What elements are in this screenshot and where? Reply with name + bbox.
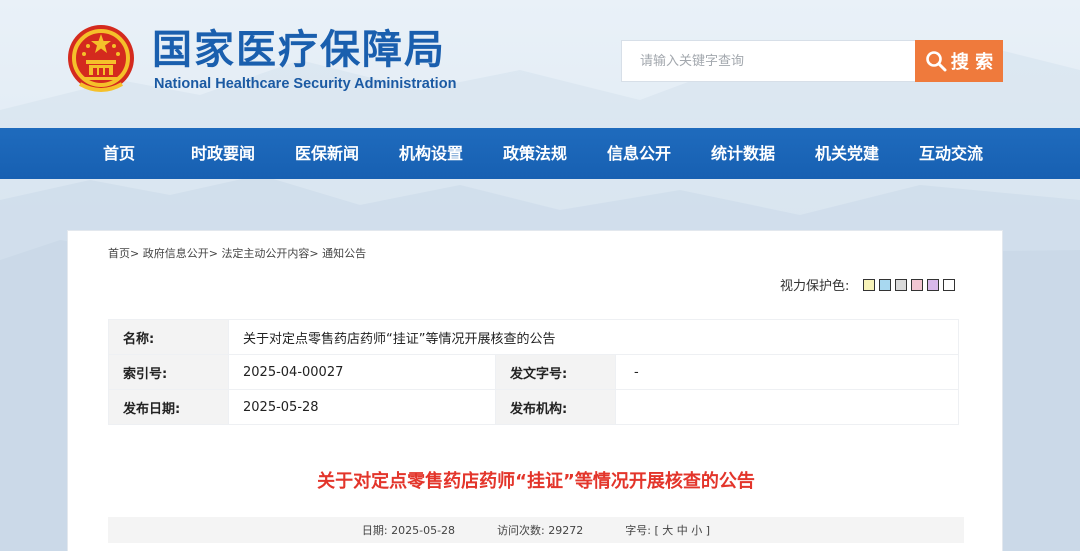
meta-visits: 访问次数: 29272 <box>497 522 583 538</box>
swatch-gray[interactable] <box>895 278 908 291</box>
site-title: 国家医疗保障局 <box>152 26 446 73</box>
main-nav: 首页 时政要闻 医保新闻 机构设置 政策法规 信息公开 统计数据 机关党建 互动… <box>0 128 1080 179</box>
meta-visits-value: 29272 <box>548 524 584 537</box>
breadcrumb-statutory-content[interactable]: 法定主动公开内容> <box>221 247 318 260</box>
site-header: 国家医疗保障局 National Healthcare Security Adm… <box>0 0 1080 128</box>
publish-date-label: 发布日期: <box>108 389 229 425</box>
publisher-label: 发布机构: <box>495 389 616 425</box>
nav-item-organization[interactable]: 机构设置 <box>399 128 463 179</box>
document-title: 关于对定点零售药店药师“挂证”等情况开展核查的公告 <box>317 471 755 492</box>
nav-item-statistics[interactable]: 统计数据 <box>711 128 775 179</box>
meta-date: 日期: 2025-05-28 <box>362 522 455 538</box>
nav-item-party-building[interactable]: 机关党建 <box>815 128 879 179</box>
swatch-yellow[interactable] <box>863 278 876 291</box>
meta-date-label: 日期: <box>361 524 388 537</box>
breadcrumb: 首页> 政府信息公开> 法定主动公开内容> 通知公告 <box>108 245 366 261</box>
breadcrumb-home[interactable]: 首页> <box>108 247 139 260</box>
publish-date-value: 2025-05-28 <box>228 389 496 425</box>
breadcrumb-notices[interactable]: 通知公告 <box>322 247 366 260</box>
breadcrumb-gov-info[interactable]: 政府信息公开> <box>143 247 218 260</box>
search-icon <box>926 51 947 72</box>
nav-item-healthcare-news[interactable]: 医保新闻 <box>295 128 359 179</box>
nav-item-home[interactable]: 首页 <box>103 128 135 179</box>
font-size-small[interactable]: 小 <box>691 524 702 537</box>
doc-number-label: 发文字号: <box>495 354 616 390</box>
nav-item-current-affairs[interactable]: 时政要闻 <box>191 128 255 179</box>
font-size-large[interactable]: 大 <box>662 524 673 537</box>
swatch-blue[interactable] <box>879 278 892 291</box>
table-row: 名称: 关于对定点零售药店药师“挂证”等情况开展核查的公告 <box>108 319 959 355</box>
font-size-label: 字号: <box>625 524 651 537</box>
name-label: 名称: <box>108 319 229 355</box>
table-row: 索引号: 2025-04-00027 发文字号: - <box>108 354 959 390</box>
content-panel: 首页> 政府信息公开> 法定主动公开内容> 通知公告 视力保护色: 名称: 关于… <box>67 230 1003 551</box>
search-button-label: 搜 索 <box>950 52 994 73</box>
nav-item-info-disclosure[interactable]: 信息公开 <box>607 128 671 179</box>
publisher-value <box>615 389 959 425</box>
nav-item-interaction[interactable]: 互动交流 <box>919 128 983 179</box>
name-value: 关于对定点零售药店药师“挂证”等情况开展核查的公告 <box>228 319 959 355</box>
swatch-purple[interactable] <box>927 278 940 291</box>
meta-font-size: 字号: [ 大 中 小 ] <box>625 522 710 538</box>
meta-visits-label: 访问次数: <box>497 524 545 537</box>
font-size-medium[interactable]: 中 <box>677 524 688 537</box>
font-size-close-bracket: ] <box>705 524 711 537</box>
site-subtitle: National Healthcare Security Administrat… <box>154 76 457 92</box>
index-label: 索引号: <box>108 354 229 390</box>
swatch-pink[interactable] <box>911 278 924 291</box>
search-button[interactable]: 搜 索 <box>915 40 1003 82</box>
nav-item-policies[interactable]: 政策法规 <box>503 128 567 179</box>
table-row: 发布日期: 2025-05-28 发布机构: <box>108 389 959 425</box>
document-info-table: 名称: 关于对定点零售药店药师“挂证”等情况开展核查的公告 索引号: 2025-… <box>108 319 959 425</box>
article-meta-bar: 日期: 2025-05-28 访问次数: 29272 字号: [ 大 中 小 ] <box>108 517 964 543</box>
meta-date-value: 2025-05-28 <box>391 524 456 537</box>
eye-care-label: 视力保护色: <box>780 279 850 294</box>
search-input[interactable] <box>621 40 917 82</box>
doc-number-value: - <box>615 354 959 390</box>
national-emblem-icon <box>68 25 134 92</box>
index-value: 2025-04-00027 <box>228 354 496 390</box>
swatch-white[interactable] <box>943 278 956 291</box>
eye-care-colors: 视力保护色: <box>780 275 956 294</box>
font-size-open-bracket: [ <box>654 524 659 537</box>
